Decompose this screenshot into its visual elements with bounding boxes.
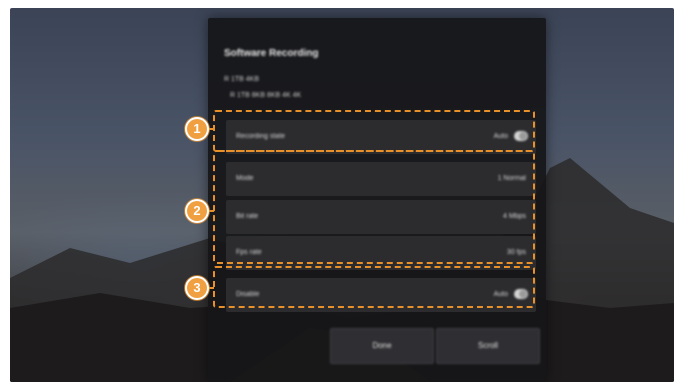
- callout-box-1: [213, 110, 535, 152]
- dialog-info-line-1: R 1TB 4KB: [224, 76, 260, 83]
- callout-connector-3: [206, 287, 214, 289]
- callout-connector-2: [206, 210, 214, 212]
- dialog-title: Software Recording: [224, 48, 319, 59]
- callout-box-2: [213, 150, 535, 264]
- callout-marker-2: 2: [187, 201, 207, 221]
- callout-marker-3: 3: [187, 278, 207, 298]
- dialog-info-line-2: R 1TB 8KB 8KB 4K 4K: [230, 92, 302, 99]
- callout-marker-1: 1: [187, 119, 207, 139]
- scroll-button[interactable]: Scroll: [436, 328, 540, 364]
- callout-box-3: [213, 266, 535, 308]
- callout-connector-1: [206, 128, 214, 130]
- done-button[interactable]: Done: [330, 328, 434, 364]
